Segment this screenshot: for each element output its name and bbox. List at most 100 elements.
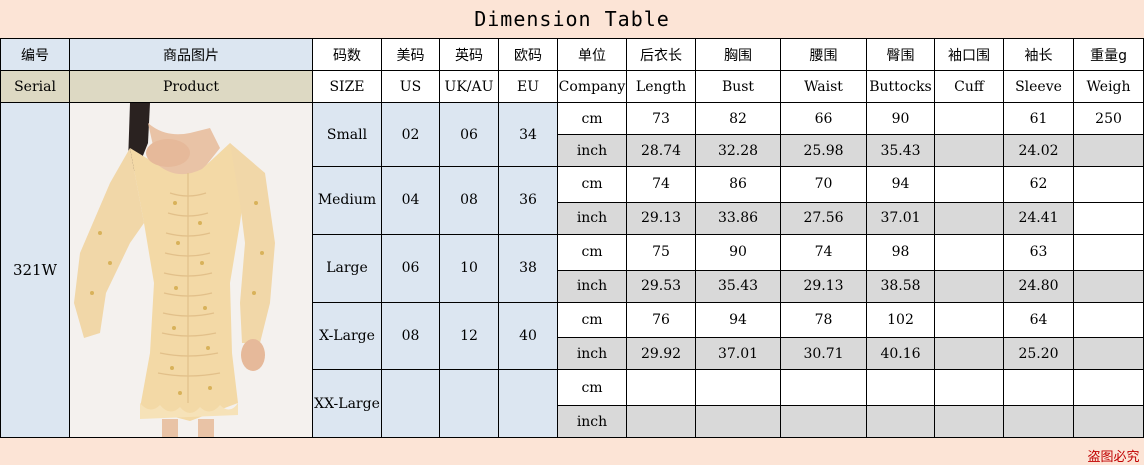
- buttocks-cell: 102: [866, 301, 935, 339]
- header-cn-eu: 欧码: [498, 38, 558, 71]
- dimension-table: Dimension Table 编号 商品图片 码数 美码 英码 欧码 单位 后…: [0, 0, 1144, 465]
- cuff-cell: [934, 102, 1004, 135]
- unit-cell: cm: [557, 102, 627, 135]
- header-cn-waist: 腰围: [780, 38, 867, 71]
- header-en-length: Length: [626, 70, 696, 103]
- weight-cell: [1072, 369, 1144, 406]
- unit-cell: inch: [557, 201, 627, 235]
- waist-cell: 27.56: [780, 201, 867, 235]
- sleeve-cell: 61: [1003, 102, 1074, 135]
- bust-cell: [695, 405, 781, 438]
- buttocks-cell: 94: [866, 166, 935, 203]
- us-medium: 04: [381, 166, 440, 235]
- unit-cell: cm: [557, 301, 627, 339]
- buttocks-cell: 40.16: [866, 337, 935, 371]
- us-large: 06: [381, 233, 440, 303]
- waist-cell: 29.13: [780, 269, 867, 303]
- bust-cell: 33.86: [695, 201, 781, 235]
- unit-cell: inch: [557, 134, 627, 167]
- cuff-cell: [934, 201, 1004, 235]
- header-en-sleeve: Sleeve: [1003, 70, 1074, 103]
- eu-large: 38: [498, 233, 558, 303]
- header-en-serial: Serial: [0, 70, 70, 103]
- sleeve-cell: 24.02: [1003, 134, 1074, 167]
- weight-cell: [1072, 337, 1144, 371]
- eu-xx-large: [498, 369, 558, 438]
- eu-x-large: 40: [498, 301, 558, 371]
- header-en-size: SIZE: [312, 70, 382, 103]
- buttocks-cell: 35.43: [866, 134, 935, 167]
- header-en-cuff: Cuff: [934, 70, 1004, 103]
- cuff-cell: [934, 369, 1004, 406]
- uk-xx-large: [439, 369, 499, 438]
- waist-cell: 70: [780, 166, 867, 203]
- cuff-cell: [934, 405, 1004, 438]
- header-en-us: US: [381, 70, 440, 103]
- weight-cell: [1072, 201, 1144, 235]
- product-image: [69, 102, 313, 438]
- header-cn-serial: 编号: [0, 38, 70, 71]
- weight-cell: [1072, 405, 1144, 438]
- length-cell: 29.92: [626, 337, 696, 371]
- uk-small: 06: [439, 102, 499, 167]
- buttocks-cell: 38.58: [866, 269, 935, 303]
- bust-cell: 86: [695, 166, 781, 203]
- length-cell: 74: [626, 166, 696, 203]
- waist-cell: 78: [780, 301, 867, 339]
- header-en-product: Product: [69, 70, 313, 103]
- waist-cell: 74: [780, 233, 867, 271]
- cuff-cell: [934, 166, 1004, 203]
- header-en-weight: Weigh: [1072, 70, 1144, 103]
- bust-cell: 94: [695, 301, 781, 339]
- size-xx-large: XX-Large: [312, 369, 382, 438]
- watermark-notice: 盗图必究: [0, 437, 1144, 465]
- header-cn-bust: 胸围: [695, 38, 781, 71]
- bust-cell: 37.01: [695, 337, 781, 371]
- uk-medium: 08: [439, 166, 499, 235]
- page: { "title": "Dimension Table", "headers_c…: [0, 0, 1144, 465]
- cuff-cell: [934, 337, 1004, 371]
- header-en-eu: EU: [498, 70, 558, 103]
- us-xx-large: [381, 369, 440, 438]
- bust-cell: 90: [695, 233, 781, 271]
- unit-cell: inch: [557, 337, 627, 371]
- length-cell: [626, 369, 696, 406]
- weight-cell: [1072, 166, 1144, 203]
- unit-cell: inch: [557, 269, 627, 303]
- header-cn-product: 商品图片: [69, 38, 313, 71]
- unit-cell: cm: [557, 233, 627, 271]
- cuff-cell: [934, 301, 1004, 339]
- bust-cell: 35.43: [695, 269, 781, 303]
- length-cell: 29.13: [626, 201, 696, 235]
- header-cn-size: 码数: [312, 38, 382, 71]
- eu-medium: 36: [498, 166, 558, 235]
- unit-cell: cm: [557, 369, 627, 406]
- waist-cell: [780, 405, 867, 438]
- unit-cell: inch: [557, 405, 627, 438]
- header-cn-length: 后衣长: [626, 38, 696, 71]
- header-cn-weight: 重量g: [1072, 38, 1144, 71]
- us-small: 02: [381, 102, 440, 167]
- cuff-cell: [934, 134, 1004, 167]
- length-cell: [626, 405, 696, 438]
- weight-cell: [1072, 269, 1144, 303]
- length-cell: 75: [626, 233, 696, 271]
- weight-cell: 250: [1072, 102, 1144, 135]
- sleeve-cell: 25.20: [1003, 337, 1074, 371]
- product-photo-dress: [70, 103, 312, 437]
- uk-x-large: 12: [439, 301, 499, 371]
- length-cell: 76: [626, 301, 696, 339]
- header-en-bust: Bust: [695, 70, 781, 103]
- us-x-large: 08: [381, 301, 440, 371]
- length-cell: 29.53: [626, 269, 696, 303]
- waist-cell: 66: [780, 102, 867, 135]
- unit-cell: cm: [557, 166, 627, 203]
- bust-cell: 82: [695, 102, 781, 135]
- weight-cell: [1072, 301, 1144, 339]
- header-cn-buttocks: 臀围: [866, 38, 935, 71]
- buttocks-cell: 37.01: [866, 201, 935, 235]
- sleeve-cell: 62: [1003, 166, 1074, 203]
- size-x-large: X-Large: [312, 301, 382, 371]
- buttocks-cell: [866, 369, 935, 406]
- cuff-cell: [934, 269, 1004, 303]
